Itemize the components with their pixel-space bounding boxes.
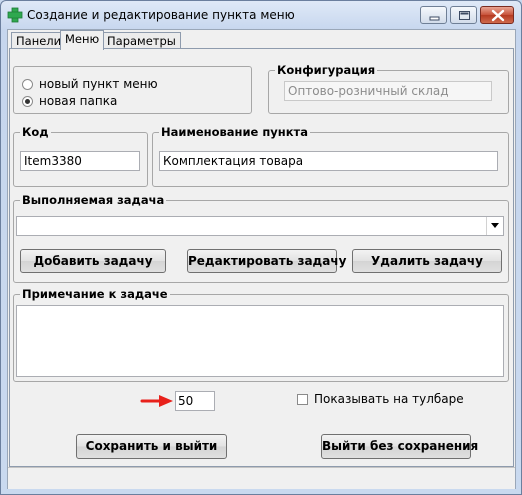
minimize-icon bbox=[429, 16, 440, 21]
maximize-icon bbox=[459, 11, 470, 20]
chevron-down-icon[interactable] bbox=[486, 217, 503, 235]
radio-button[interactable] bbox=[22, 79, 33, 90]
tab-label: Меню bbox=[65, 32, 100, 46]
code-group: Код Item3380 bbox=[13, 125, 148, 187]
delete-task-button[interactable]: Удалить задачу bbox=[352, 249, 502, 273]
item-name-label: Наименование пункта bbox=[159, 125, 310, 139]
close-icon bbox=[491, 9, 505, 22]
tab-label: Панели bbox=[16, 34, 62, 48]
note-label: Примечание к задаче bbox=[20, 287, 170, 301]
order-number-input[interactable]: 50 bbox=[175, 391, 215, 411]
window-title: Создание и редактирование пункта меню bbox=[27, 8, 295, 22]
maximize-button[interactable] bbox=[450, 6, 477, 24]
title-bar[interactable]: Создание и редактирование пункта меню bbox=[1, 1, 521, 29]
status-bar bbox=[8, 467, 515, 489]
note-group: Примечание к задаче bbox=[13, 287, 509, 382]
tab-menu[interactable]: Меню bbox=[60, 30, 105, 50]
dialog-client-area: Панели Меню Параметры новый пункт меню н… bbox=[7, 29, 516, 489]
radio-button[interactable] bbox=[22, 96, 33, 107]
save-and-exit-button[interactable]: Сохранить и выйти bbox=[76, 434, 227, 459]
configuration-field: Оптово-розничный склад bbox=[284, 81, 492, 101]
code-input[interactable]: Item3380 bbox=[20, 151, 140, 171]
tab-panels[interactable]: Панели bbox=[11, 32, 67, 49]
edit-task-button[interactable]: Редактировать задачу bbox=[187, 249, 346, 273]
task-select[interactable] bbox=[16, 216, 504, 236]
note-textarea[interactable] bbox=[16, 305, 504, 377]
task-group: Выполняемая задача Добавить задачу Редак… bbox=[13, 193, 509, 283]
add-task-button[interactable]: Добавить задачу bbox=[20, 249, 166, 273]
dialog-window: Создание и редактирование пункта меню Па… bbox=[0, 0, 522, 495]
exit-without-saving-button[interactable]: Выйти без сохранения bbox=[321, 434, 478, 459]
show-on-toolbar-label: Показывать на тулбаре bbox=[314, 392, 464, 406]
radio-label: новый пункт меню bbox=[39, 77, 158, 91]
item-type-group: новый пункт меню новая папка bbox=[13, 66, 252, 114]
green-plus-icon bbox=[7, 7, 23, 23]
configuration-label: Конфигурация bbox=[275, 63, 378, 77]
radio-label: новая папка bbox=[39, 94, 118, 108]
close-button[interactable] bbox=[480, 6, 514, 24]
tab-label: Параметры bbox=[107, 34, 176, 48]
item-name-group: Наименование пункта Комплектация товара bbox=[152, 125, 509, 187]
red-arrow-icon bbox=[140, 395, 173, 407]
minimize-button[interactable] bbox=[420, 6, 447, 24]
item-name-input[interactable]: Комплектация товара bbox=[159, 151, 498, 171]
show-on-toolbar-checkbox[interactable] bbox=[297, 394, 308, 405]
code-label: Код bbox=[20, 125, 51, 139]
tab-panel-menu: новый пункт меню новая папка Конфигураци… bbox=[9, 48, 514, 467]
tab-parameters[interactable]: Параметры bbox=[102, 32, 181, 49]
radio-selected-dot bbox=[25, 99, 30, 104]
task-label: Выполняемая задача bbox=[20, 193, 167, 207]
configuration-group: Конфигурация Оптово-розничный склад bbox=[268, 63, 509, 114]
